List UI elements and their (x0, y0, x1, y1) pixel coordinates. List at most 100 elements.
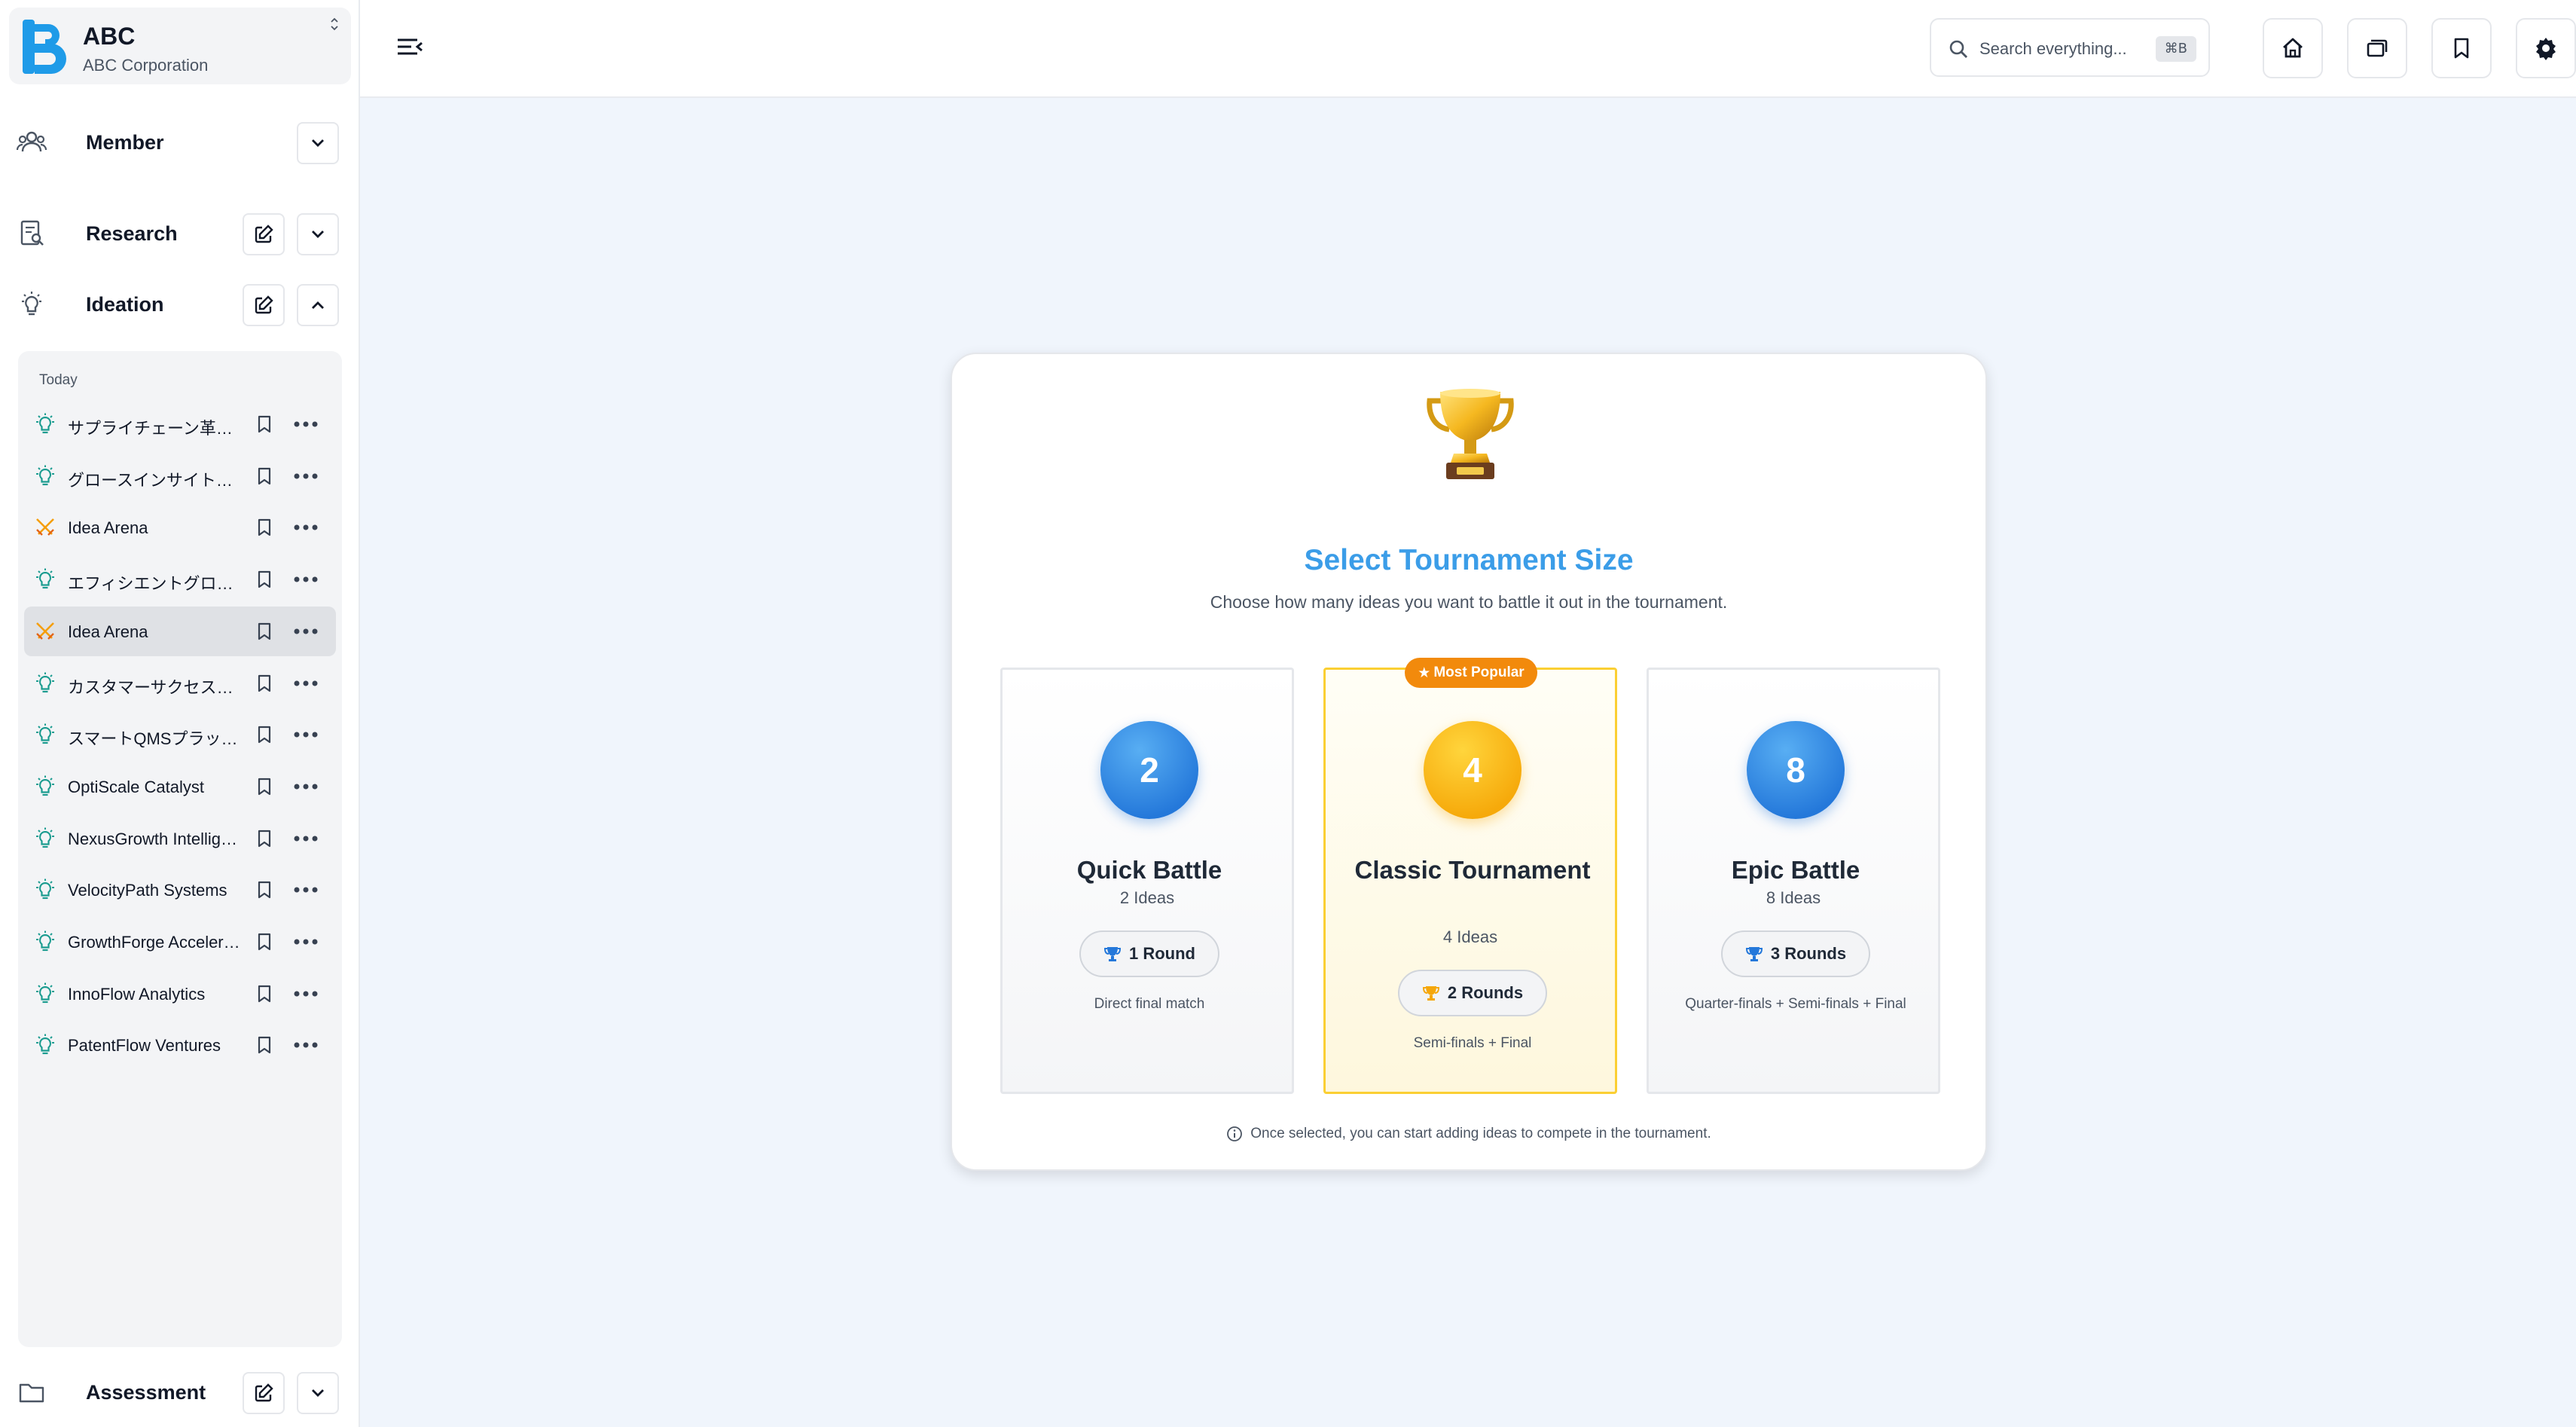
lightbulb-icon (36, 723, 54, 744)
section-assessment[interactable]: Assessment (0, 1366, 360, 1419)
section-ideation[interactable]: Ideation (0, 278, 360, 331)
item-label: PatentFlow Ventures (68, 1036, 221, 1056)
settings-button[interactable] (2516, 18, 2576, 78)
option-idea-count: 2 Ideas (1119, 888, 1175, 907)
more-options-icon[interactable] (292, 883, 319, 897)
bookmark-icon[interactable] (253, 723, 276, 746)
lightbulb-icon (36, 465, 54, 485)
users-icon (17, 131, 47, 152)
more-options-icon[interactable] (292, 521, 319, 534)
option-quick-battle[interactable]: 2 Quick Battle 2 Ideas 1 Round Direct fi… (1000, 668, 1294, 1094)
more-options-icon[interactable] (292, 469, 319, 483)
more-options-icon[interactable] (292, 832, 319, 845)
new-ideation-button[interactable] (243, 284, 285, 326)
bookmark-icon[interactable] (253, 672, 276, 695)
bookmark-icon[interactable] (253, 413, 276, 435)
bookmark-icon[interactable] (253, 827, 276, 850)
sidebar-list-item[interactable]: スマートQMSプラットフォーム (24, 710, 336, 759)
ideation-list: Today サプライチェーン革新プラットフォームグロースインサイトエンジン Ide… (18, 351, 342, 1347)
stack-icon (2367, 39, 2388, 57)
new-assessment-button[interactable] (243, 1372, 285, 1414)
more-options-icon[interactable] (292, 728, 319, 741)
new-research-button[interactable] (243, 213, 285, 255)
collapse-ideation-button[interactable] (297, 284, 339, 326)
bookmark-icon[interactable] (253, 1034, 276, 1056)
more-options-icon[interactable] (292, 573, 319, 586)
bookmark-icon[interactable] (253, 982, 276, 1005)
bookmarks-button[interactable] (2431, 18, 2492, 78)
library-button[interactable] (2347, 18, 2407, 78)
option-description: Semi-finals + Final (1413, 1035, 1532, 1051)
sidebar-list-item[interactable]: エフィシエントグロースシステム (24, 555, 336, 604)
trophy-small-icon (1422, 986, 1439, 1001)
more-options-icon[interactable] (292, 1038, 319, 1052)
lightbulb-icon (36, 413, 54, 434)
search-box[interactable]: ⌘B (1930, 18, 2210, 77)
expand-member-button[interactable] (297, 122, 339, 164)
info-icon (1227, 1126, 1243, 1141)
option-name: Classic Tournament (1354, 856, 1591, 884)
sidebar-list-item[interactable]: サプライチェーン革新プラットフォーム (24, 399, 336, 449)
sidebar-list-item[interactable]: VelocityPath Systems (24, 865, 336, 915)
lightbulb-icon (36, 1034, 54, 1055)
item-label: スマートQMSプラットフォーム (68, 729, 246, 749)
sidebar-list-item[interactable]: OptiScale Catalyst (24, 762, 336, 811)
item-label: サプライチェーン革新プラットフォーム (68, 419, 246, 438)
option-epic-battle[interactable]: 8 Epic Battle 8 Ideas 3 Rounds Quarter-f… (1647, 668, 1940, 1094)
idea-count-circle: 8 (1747, 721, 1845, 819)
more-options-icon[interactable] (292, 935, 319, 949)
home-button[interactable] (2263, 18, 2323, 78)
sidebar-list-item[interactable]: グロースインサイトエンジン (24, 451, 336, 501)
edit-icon (255, 225, 273, 243)
sidebar-list-item[interactable]: カスタマーサクセスプラットフォーム (24, 658, 336, 708)
sidebar-list-item[interactable]: PatentFlow Ventures (24, 1020, 336, 1070)
lightbulb-icon (36, 930, 54, 952)
item-label: カスタマーサクセスプラットフォーム (68, 677, 246, 697)
chevrons-updown-icon[interactable] (327, 17, 342, 32)
bookmark-icon[interactable] (253, 620, 276, 643)
rounds-label: 3 Rounds (1770, 944, 1847, 963)
idea-count-circle: 4 (1424, 721, 1521, 819)
sidebar-toggle-icon[interactable] (395, 33, 425, 60)
sidebar-list-item[interactable]: Idea Arena (24, 503, 336, 552)
item-label: Idea Arena (68, 518, 148, 538)
bookmark-icon[interactable] (253, 465, 276, 487)
section-member[interactable]: Member (0, 116, 360, 169)
dialog-footnote: Once selected, you can start adding idea… (952, 1126, 1985, 1142)
sidebar-list-item[interactable]: GrowthForge Accelerator (24, 917, 336, 967)
bookmark-icon[interactable] (253, 568, 276, 591)
more-options-icon[interactable] (292, 677, 319, 690)
tournament-size-dialog: Select Tournament Size Choose how many i… (951, 353, 1987, 1171)
bookmark-icon[interactable] (253, 775, 276, 798)
sidebar-list-item[interactable]: Idea Arena (24, 606, 336, 656)
more-options-icon[interactable] (292, 987, 319, 1001)
shortcut-hint: ⌘B (2155, 36, 2196, 62)
home-icon (2283, 38, 2303, 58)
sidebar-list-item[interactable]: NexusGrowth Intelligence (24, 814, 336, 863)
option-idea-count: 4 Ideas (1442, 927, 1498, 946)
document-search-icon (20, 220, 44, 246)
expand-assessment-button[interactable] (297, 1372, 339, 1414)
bookmark-icon[interactable] (253, 516, 276, 539)
bookmark-icon[interactable] (253, 879, 276, 901)
gear-icon (2536, 38, 2556, 60)
expand-research-button[interactable] (297, 213, 339, 255)
bookmark-icon[interactable] (253, 930, 276, 953)
trophy-small-icon (1745, 947, 1763, 961)
org-switcher[interactable]: ABC ABC Corporation (9, 8, 351, 84)
more-options-icon[interactable] (292, 625, 319, 638)
sidebar-list-item[interactable]: InnoFlow Analytics (24, 969, 336, 1019)
item-label: NexusGrowth Intelligence (68, 829, 246, 848)
most-popular-badge: ★ Most Popular (1405, 658, 1537, 688)
more-options-icon[interactable] (292, 417, 319, 431)
item-label: GrowthForge Accelerator (68, 933, 246, 952)
lightbulb-icon (36, 982, 54, 1003)
search-input[interactable] (1979, 36, 2145, 62)
rounds-label: 1 Round (1129, 944, 1195, 963)
lightbulb-icon (36, 672, 54, 692)
edit-icon (255, 1383, 273, 1402)
section-research[interactable]: Research (0, 207, 360, 260)
more-options-icon[interactable] (292, 780, 319, 793)
lightbulb-icon (36, 879, 54, 900)
option-classic-tournament[interactable]: ★ Most Popular 4 Classic Tournament 4 Id… (1323, 658, 1617, 1094)
